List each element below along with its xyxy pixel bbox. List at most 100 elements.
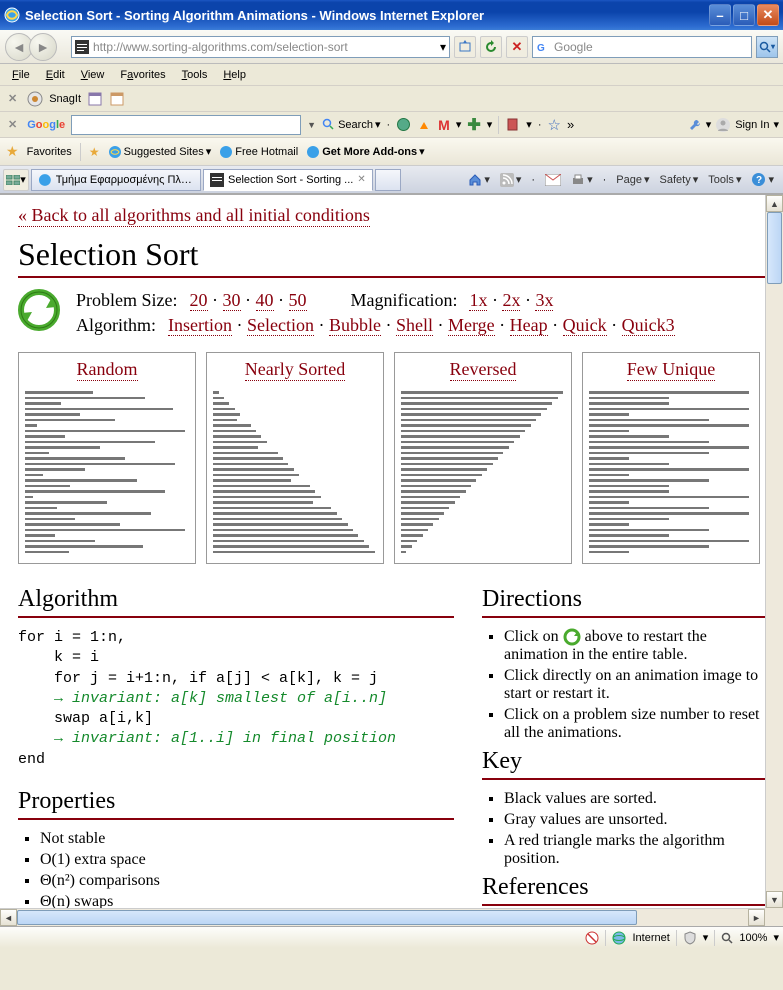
problem-size-row: Problem Size: 20 · 30 · 40 · 50 Magnific… [76, 290, 765, 311]
vertical-scrollbar[interactable]: ▲ ▼ [765, 195, 783, 908]
zoom-level[interactable]: 100% [739, 932, 767, 944]
wrench-icon[interactable] [688, 118, 702, 132]
scroll-up-button[interactable]: ▲ [766, 195, 783, 212]
menu-help[interactable]: Help [216, 67, 253, 83]
back-to-all-link[interactable]: « Back to all algorithms and all initial… [18, 205, 370, 227]
suggested-sites-button[interactable]: Suggested Sites ▾ [108, 145, 212, 159]
page-menu[interactable]: Page ▾ [616, 173, 649, 186]
home-button[interactable]: ▾ [468, 173, 490, 187]
menu-file[interactable]: File [5, 67, 37, 83]
scroll-left-button[interactable]: ◄ [0, 909, 17, 926]
menu-tools[interactable]: Tools [175, 67, 215, 83]
tab-close-button[interactable]: ✕ [357, 174, 365, 185]
algo-quick-link[interactable]: Quick [563, 315, 607, 336]
animation-header[interactable]: Random [77, 359, 138, 381]
animation-cell[interactable]: Random [18, 352, 196, 564]
google-search-button[interactable]: Search ▾ [322, 118, 380, 132]
search-go-button[interactable]: ▾ [756, 36, 778, 58]
animation-header[interactable]: Reversed [450, 359, 517, 381]
new-tab-button[interactable] [375, 169, 401, 191]
more-icon[interactable]: » [567, 117, 574, 132]
algo-heap-link[interactable]: Heap [510, 315, 548, 336]
add-favorite-icon[interactable]: ★ [89, 145, 100, 159]
window-maximize-button[interactable]: □ [733, 4, 755, 26]
safety-menu[interactable]: Safety ▾ [660, 173, 699, 186]
google-toolbar-close-button[interactable]: ✕ [4, 118, 21, 131]
animation-header[interactable]: Nearly Sorted [245, 359, 345, 381]
gmail-icon[interactable]: M [438, 117, 450, 133]
popup-blocked-icon[interactable] [585, 931, 599, 945]
algo-insertion-link[interactable]: Insertion [168, 315, 232, 336]
share-icon[interactable] [417, 117, 432, 132]
refresh-button[interactable] [480, 36, 502, 58]
read-mail-button[interactable] [545, 174, 561, 186]
bookmarks-icon[interactable] [505, 117, 520, 132]
animation-cell[interactable]: Nearly Sorted [206, 352, 384, 564]
size-20-link[interactable]: 20 [190, 290, 208, 311]
algo-merge-link[interactable]: Merge [448, 315, 495, 336]
quick-tabs-button[interactable]: ▾ [3, 169, 29, 191]
favorites-star-icon[interactable]: ★ [6, 143, 19, 160]
feeds-button[interactable]: ▾ [500, 173, 522, 187]
mag-3x-link[interactable]: 3x [535, 290, 553, 311]
get-addons-button[interactable]: Get More Add-ons ▾ [306, 145, 424, 159]
help-button[interactable]: ?▾ [751, 172, 774, 187]
zoom-icon[interactable] [721, 932, 733, 944]
animation-cell[interactable]: Reversed [394, 352, 572, 564]
address-dropdown-icon[interactable]: ▾ [440, 40, 446, 54]
algo-selection-link[interactable]: Selection [247, 315, 314, 336]
horizontal-scrollbar[interactable]: ◄ ► [0, 908, 765, 926]
scroll-thumb[interactable] [767, 212, 782, 284]
tools-menu[interactable]: Tools ▾ [708, 173, 741, 186]
forward-button[interactable]: ► [29, 33, 57, 61]
mag-2x-link[interactable]: 2x [502, 290, 520, 311]
window-minimize-button[interactable]: – [709, 4, 731, 26]
menu-view[interactable]: View [74, 67, 112, 83]
signin-button[interactable]: Sign In [735, 119, 769, 131]
tab-1[interactable]: Τμήμα Εφαρμοσμένης Πλη... [31, 169, 201, 191]
reload-all-icon[interactable] [18, 289, 60, 331]
tab-bar: ▾ Τμήμα Εφαρμοσμένης Πλη... Selection So… [0, 166, 783, 194]
snagit-tool1-icon[interactable] [87, 91, 103, 107]
zoom-dropdown[interactable]: ▾ [773, 931, 779, 944]
menu-edit[interactable]: Edit [39, 67, 72, 83]
animation-cell[interactable]: Few Unique [582, 352, 760, 564]
size-50-link[interactable]: 50 [289, 290, 307, 311]
print-button[interactable]: ▾ [571, 173, 593, 187]
title-rule [18, 276, 765, 278]
search-box[interactable]: G Google [532, 36, 752, 58]
compat-view-button[interactable] [454, 36, 476, 58]
menu-favorites[interactable]: Favorites [113, 67, 172, 83]
star-icon[interactable]: ☆ [548, 116, 561, 134]
google-search-dropdown[interactable]: ▼ [307, 120, 316, 130]
sort-visualization [213, 391, 377, 553]
animation-header[interactable]: Few Unique [627, 359, 716, 381]
scroll-right-button[interactable]: ► [748, 909, 765, 926]
algo-bubble-link[interactable]: Bubble [329, 315, 381, 336]
internet-zone-icon [612, 931, 626, 945]
scroll-thumb[interactable] [17, 910, 637, 925]
navigation-bar: ◄ ► http://www.sorting-algorithms.com/se… [0, 30, 783, 64]
scroll-down-button[interactable]: ▼ [766, 891, 783, 908]
size-30-link[interactable]: 30 [223, 290, 241, 311]
google-search-input[interactable] [71, 115, 301, 135]
tab-2[interactable]: Selection Sort - Sorting ... ✕ [203, 169, 373, 191]
snagit-label[interactable]: SnagIt [49, 93, 81, 105]
free-hotmail-button[interactable]: Free Hotmail [219, 145, 298, 159]
stop-button[interactable]: ✕ [506, 36, 528, 58]
tab-label: Τμήμα Εφαρμοσμένης Πλη... [56, 174, 194, 186]
algo-quick3-link[interactable]: Quick3 [622, 315, 675, 336]
address-bar[interactable]: http://www.sorting-algorithms.com/select… [71, 36, 450, 58]
snagit-close-button[interactable]: ✕ [4, 92, 21, 105]
globe-icon[interactable] [396, 117, 411, 132]
algo-shell-link[interactable]: Shell [396, 315, 433, 336]
mag-1x-link[interactable]: 1x [469, 290, 487, 311]
add-icon[interactable]: ✚ [467, 115, 480, 135]
window-close-button[interactable]: ✕ [757, 4, 779, 26]
favorites-bar: ★ Favorites ★ Suggested Sites ▾ Free Hot… [0, 138, 783, 166]
snagit-tool2-icon[interactable] [109, 91, 125, 107]
favorites-label[interactable]: Favorites [27, 146, 72, 158]
section-rule [482, 778, 765, 780]
protected-mode-icon[interactable] [683, 931, 697, 945]
size-40-link[interactable]: 40 [256, 290, 274, 311]
